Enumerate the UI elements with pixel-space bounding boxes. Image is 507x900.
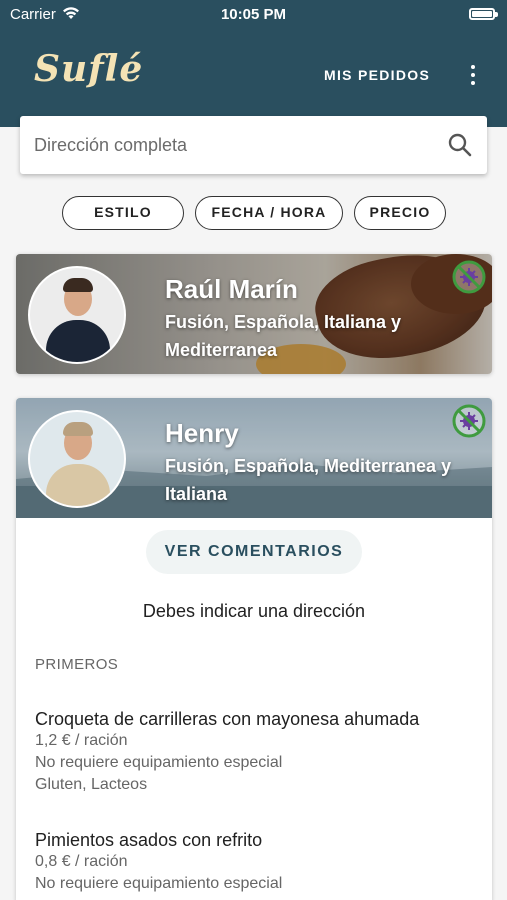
- dish-allergens: Gluten, Lacteos: [35, 776, 148, 793]
- chef-name: Raúl Marín: [165, 274, 298, 304]
- section-title: PRIMEROS: [35, 656, 119, 673]
- chef-card[interactable]: Raúl Marín Fusión, Española, Italiana y …: [16, 254, 492, 374]
- covid-free-icon: [452, 260, 486, 294]
- dish-price: 1,2 € / ración: [35, 732, 128, 749]
- chef-banner-image[interactable]: Henry Fusión, Española, Mediterranea y I…: [16, 398, 492, 518]
- filter-price-button[interactable]: PRECIO: [354, 196, 446, 230]
- search-icon[interactable]: [447, 132, 473, 158]
- covid-free-icon: [452, 404, 486, 438]
- filter-bar: ESTILO FECHA / HORA PRECIO: [0, 196, 507, 230]
- my-orders-button[interactable]: MIS PEDIDOS: [324, 67, 430, 83]
- battery-icon: [469, 8, 498, 20]
- chef-avatar: [28, 410, 126, 508]
- app-logo[interactable]: Suflé: [34, 48, 143, 90]
- chef-details: VER COMENTARIOS Debes indicar una direcc…: [16, 518, 492, 900]
- chef-name: Henry: [165, 418, 239, 448]
- dish-name: Pimientos asados con refrito: [35, 830, 263, 850]
- dish-item[interactable]: Croqueta de carrilleras con mayonesa ahu…: [35, 708, 475, 796]
- view-comments-button[interactable]: VER COMENTARIOS: [146, 530, 362, 574]
- status-bar: Carrier 10:05 PM: [0, 0, 507, 30]
- dish-equipment: No requiere equipamiento especial: [35, 754, 283, 771]
- status-time: 10:05 PM: [220, 6, 287, 23]
- chef-banner-image: Raúl Marín Fusión, Española, Italiana y …: [16, 254, 492, 374]
- chef-cuisines: Fusión, Española, Italiana y Mediterrane…: [165, 312, 402, 360]
- filter-style-button[interactable]: ESTILO: [62, 196, 184, 230]
- address-input[interactable]: [34, 126, 434, 164]
- chef-card-expanded: Henry Fusión, Española, Mediterranea y I…: [16, 398, 492, 900]
- address-search-bar: [20, 116, 487, 174]
- chef-cuisines: Fusión, Española, Mediterranea y Italian…: [165, 456, 452, 504]
- dish-name: Croqueta de carrilleras con mayonesa ahu…: [35, 709, 420, 729]
- dish-equipment: No requiere equipamiento especial: [35, 875, 283, 892]
- chef-avatar: [28, 266, 126, 364]
- address-required-message: Debes indicar una dirección: [142, 601, 366, 621]
- more-vertical-icon[interactable]: [464, 62, 482, 88]
- app-bar: Carrier 10:05 PM Suflé MIS PEDIDOS: [0, 0, 507, 127]
- filter-date-time-button[interactable]: FECHA / HORA: [195, 196, 343, 230]
- dish-price: 0,8 € / ración: [35, 853, 128, 870]
- dish-item[interactable]: Pimientos asados con refrito 0,8 € / rac…: [35, 829, 475, 895]
